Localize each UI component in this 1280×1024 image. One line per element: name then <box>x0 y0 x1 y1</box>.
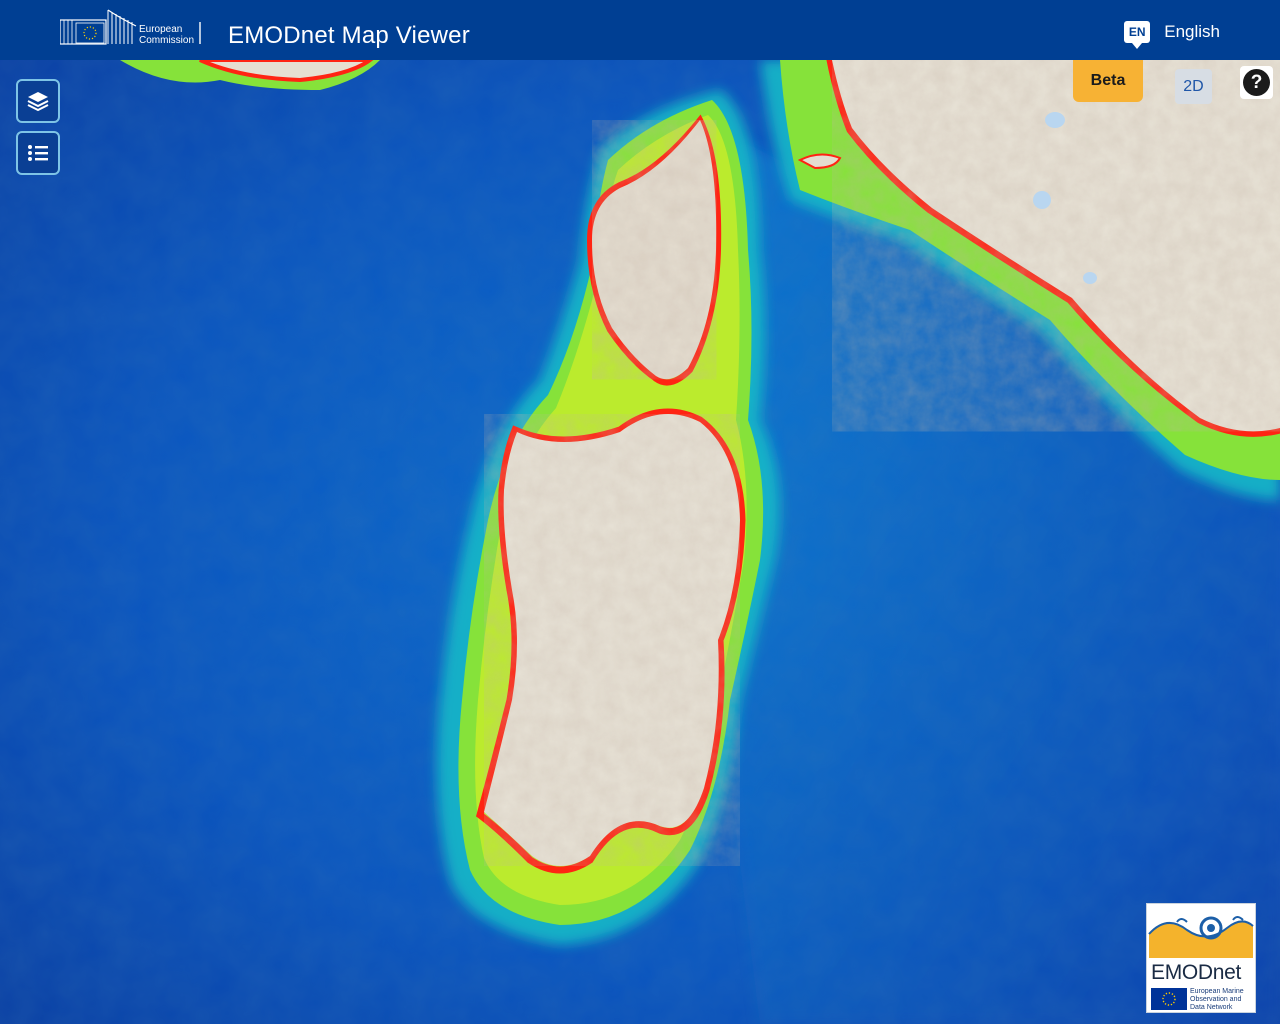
emodnet-subtitle-line2: Observation and <box>1190 996 1242 1003</box>
legend-list-button[interactable] <box>16 131 60 175</box>
emodnet-subtitle-line1: European Marine <box>1190 988 1244 995</box>
app-header: European Commission EMODnet Map Viewer E… <box>0 0 1280 60</box>
emodnet-subtitle: European Marine Observation and Data Net… <box>1190 988 1244 1012</box>
layers-button[interactable] <box>16 79 60 123</box>
ec-logo-line1: European <box>139 24 183 35</box>
help-icon: ? <box>1243 69 1270 96</box>
language-code-badge: EN <box>1124 21 1151 49</box>
ec-logo-line2: Commission <box>139 35 195 46</box>
language-selector[interactable]: EN English <box>1124 18 1220 49</box>
help-button[interactable]: ? <box>1240 66 1273 99</box>
beta-badge: Beta <box>1073 60 1143 102</box>
lake-marker <box>1045 112 1065 128</box>
emodnet-subtitle-line3: Data Network <box>1190 1004 1233 1011</box>
lake-marker <box>1033 191 1051 209</box>
layers-icon <box>27 92 49 112</box>
emodnet-logo[interactable]: EMODnet European Marine Observation and … <box>1146 903 1256 1013</box>
ec-logo-text: European Commission <box>139 24 194 46</box>
map-canvas[interactable] <box>0 60 1280 1024</box>
emodnet-wave-graphic <box>1148 908 1254 958</box>
app-title: EMODnet Map Viewer <box>228 22 470 49</box>
list-icon <box>28 145 48 161</box>
eu-flag-icon <box>1151 988 1187 1010</box>
language-label: English <box>1164 22 1220 41</box>
emodnet-wordmark: EMODnet <box>1151 961 1242 984</box>
dimension-toggle-button[interactable]: 2D <box>1175 69 1212 104</box>
lake-marker <box>1083 272 1097 284</box>
